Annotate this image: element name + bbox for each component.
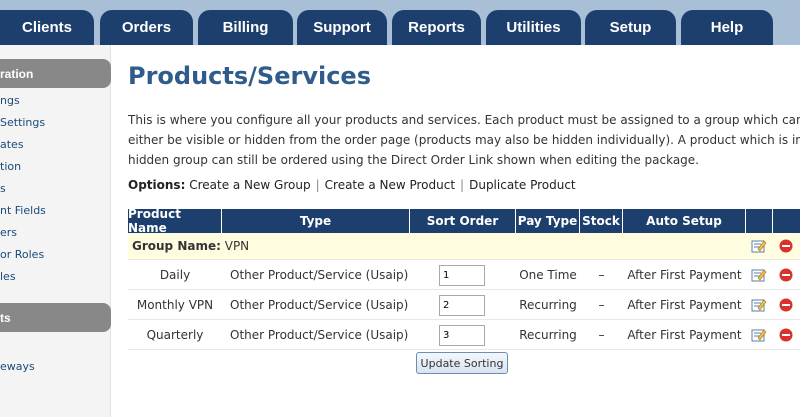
description-line: This is where you configure all your pro… bbox=[128, 113, 800, 127]
duplicate-product-link[interactable]: Duplicate Product bbox=[469, 178, 576, 192]
product-name: Quarterly bbox=[146, 328, 204, 342]
stock: – bbox=[598, 328, 605, 342]
top-nav-bar: Clients Orders Billing Support Reports U… bbox=[0, 0, 800, 45]
sort-order-input[interactable] bbox=[439, 294, 485, 316]
stock: – bbox=[598, 268, 605, 282]
sort-order-input[interactable] bbox=[439, 264, 485, 286]
delete-icon[interactable] bbox=[779, 328, 793, 342]
sidebar-item[interactable]: eways bbox=[0, 360, 35, 373]
auto-setup: After First Payment bbox=[627, 328, 742, 342]
options-bar: Options: Create a New Group | Create a New… bbox=[128, 178, 576, 192]
sidebar-section-title: ts bbox=[0, 303, 111, 332]
update-sorting-button[interactable]: Update Sorting bbox=[416, 352, 508, 374]
tab-support[interactable]: Support bbox=[297, 10, 387, 45]
description-line: either be visible or hidden from the ord… bbox=[128, 133, 800, 147]
tab-orders[interactable]: Orders bbox=[100, 10, 193, 45]
sidebar-item[interactable]: ers bbox=[0, 226, 17, 239]
create-product-link[interactable]: Create a New Product bbox=[325, 178, 455, 192]
table-row: Quarterly Other Product/Service (Usaip) … bbox=[128, 320, 800, 350]
sidebar-item[interactable]: nt Fields bbox=[0, 204, 46, 217]
sort-order-cell bbox=[439, 290, 485, 320]
sidebar-item[interactable]: s bbox=[0, 182, 6, 195]
tab-utilities[interactable]: Utilities bbox=[486, 10, 581, 45]
sidebar-item[interactable]: ngs bbox=[0, 94, 20, 107]
table-row: Daily Other Product/Service (Usaip) One … bbox=[128, 260, 800, 290]
table-row: Monthly VPN Other Product/Service (Usaip… bbox=[128, 290, 800, 320]
product-type: Other Product/Service (Usaip) bbox=[230, 298, 409, 312]
header-stock: Stock bbox=[580, 209, 623, 233]
edit-icon[interactable] bbox=[751, 327, 767, 343]
header-product-name: Product Name bbox=[128, 207, 222, 235]
delete-icon[interactable] bbox=[779, 298, 793, 312]
tab-setup[interactable]: Setup bbox=[585, 10, 676, 45]
pay-type: One Time bbox=[519, 268, 577, 282]
header-auto-setup: Auto Setup bbox=[623, 209, 746, 233]
sidebar-item[interactable]: or Roles bbox=[0, 248, 44, 261]
sort-order-input[interactable] bbox=[439, 324, 485, 346]
page-title: Products/Services bbox=[128, 62, 371, 90]
auto-setup: After First Payment bbox=[627, 268, 742, 282]
group-label: Group Name: VPN bbox=[132, 239, 249, 253]
group-name-label: Group Name: bbox=[132, 239, 221, 253]
header-delete-col bbox=[773, 209, 800, 233]
group-row: Group Name: VPN bbox=[128, 233, 800, 260]
pay-type: Recurring bbox=[519, 298, 577, 312]
sort-order-cell bbox=[439, 320, 485, 350]
sort-order-cell bbox=[439, 260, 485, 290]
sidebar: ration ngs Settings ates tion s nt Field… bbox=[0, 45, 111, 417]
edit-icon[interactable] bbox=[751, 238, 767, 254]
tab-reports[interactable]: Reports bbox=[392, 10, 481, 45]
separator: | bbox=[315, 178, 320, 192]
tab-billing[interactable]: Billing bbox=[198, 10, 293, 45]
create-group-link[interactable]: Create a New Group bbox=[189, 178, 310, 192]
auto-setup: After First Payment bbox=[627, 298, 742, 312]
sidebar-section-title: ration bbox=[0, 59, 111, 88]
product-name: Daily bbox=[159, 268, 191, 282]
product-type: Other Product/Service (Usaip) bbox=[230, 268, 409, 282]
sidebar-item[interactable]: les bbox=[0, 270, 16, 283]
header-edit-col bbox=[746, 209, 773, 233]
product-type: Other Product/Service (Usaip) bbox=[230, 328, 409, 342]
header-pay-type: Pay Type bbox=[516, 209, 580, 233]
delete-icon[interactable] bbox=[779, 239, 793, 253]
tab-help[interactable]: Help bbox=[681, 10, 773, 45]
header-type: Type bbox=[222, 209, 410, 233]
tab-clients[interactable]: Clients bbox=[0, 10, 94, 45]
group-name-value: VPN bbox=[224, 239, 250, 253]
sidebar-item[interactable]: ates bbox=[0, 138, 24, 151]
product-name: Monthly VPN bbox=[136, 298, 214, 312]
stock: – bbox=[598, 298, 605, 312]
sidebar-item[interactable]: tion bbox=[0, 160, 21, 173]
description-line: hidden group can still be ordered using … bbox=[128, 153, 699, 167]
sidebar-item[interactable]: Settings bbox=[0, 116, 45, 129]
options-label: Options: bbox=[128, 178, 186, 192]
edit-icon[interactable] bbox=[751, 267, 767, 283]
header-sort-order: Sort Order bbox=[410, 209, 516, 233]
separator: | bbox=[460, 178, 465, 192]
page-description: This is where you configure all your pro… bbox=[128, 110, 800, 170]
pay-type: Recurring bbox=[519, 328, 577, 342]
delete-icon[interactable] bbox=[779, 268, 793, 282]
edit-icon[interactable] bbox=[751, 297, 767, 313]
